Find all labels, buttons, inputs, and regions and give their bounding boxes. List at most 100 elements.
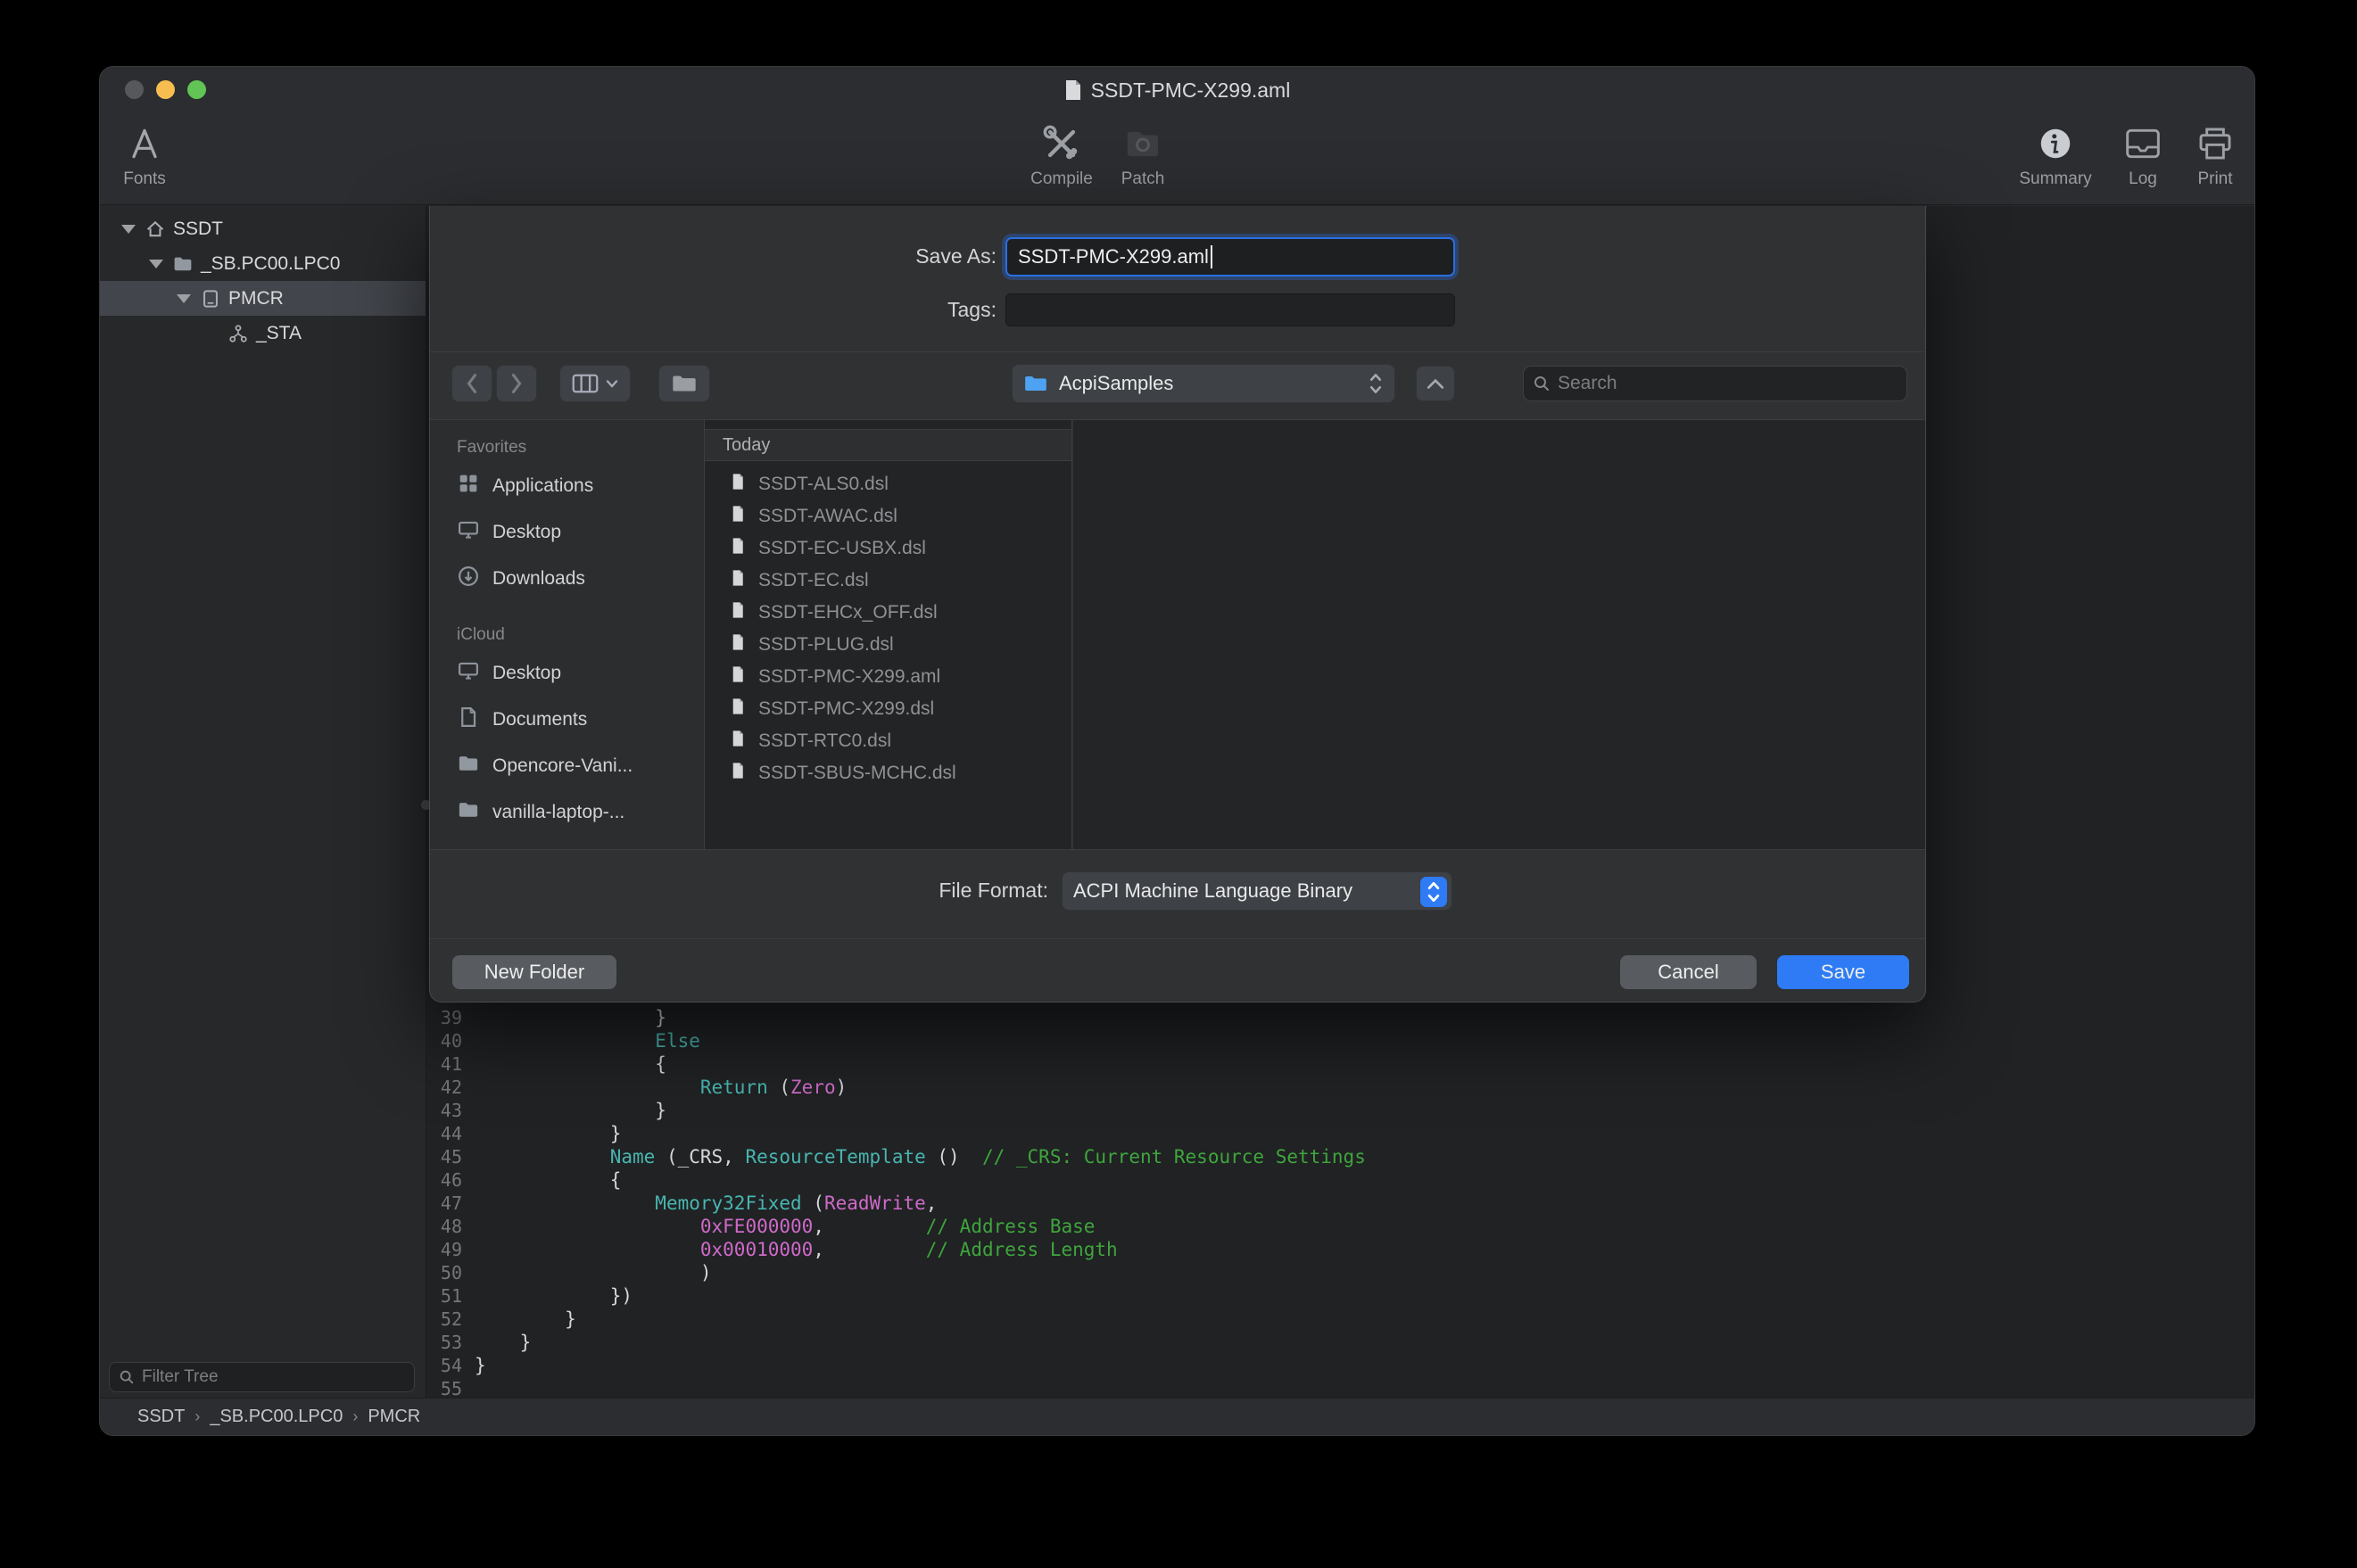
file-name: SSDT-RTC0.dsl xyxy=(758,730,891,752)
save-button[interactable]: Save xyxy=(1777,955,1909,989)
tree-item[interactable]: _SB.PC00.LPC0 xyxy=(100,246,426,281)
file-row[interactable]: SSDT-EC-USBX.dsl xyxy=(705,532,1071,565)
file-row[interactable]: SSDT-EHCx_OFF.dsl xyxy=(705,597,1071,629)
file-row[interactable]: SSDT-EC.dsl xyxy=(705,565,1071,597)
minimize-button[interactable] xyxy=(156,80,175,99)
close-button[interactable] xyxy=(125,80,144,99)
summary-button[interactable]: Summary xyxy=(2020,119,2091,189)
line-number: 39 xyxy=(426,1006,462,1029)
code-text: 0x00010000, // Address Length xyxy=(475,1238,1118,1261)
file-icon xyxy=(728,729,748,754)
print-button[interactable]: Print xyxy=(2179,119,2251,189)
disclosure-triangle-icon[interactable] xyxy=(121,225,145,234)
file-row[interactable]: SSDT-SBUS-MCHC.dsl xyxy=(705,757,1071,789)
document-icon xyxy=(1064,79,1082,101)
patch-label: Patch xyxy=(1121,169,1165,189)
code-line: 39 } xyxy=(426,1006,2254,1029)
code-line: 41 { xyxy=(426,1052,2254,1076)
filter-tree-input[interactable] xyxy=(142,1367,405,1387)
file-group-header: Today xyxy=(705,429,1071,461)
icloud-header: iCloud xyxy=(430,620,704,650)
code-text: }) xyxy=(475,1284,633,1308)
sidebar-item[interactable]: Documents xyxy=(430,697,704,743)
tree-item[interactable]: PMCR xyxy=(100,281,426,316)
line-number: 55 xyxy=(426,1377,462,1398)
disclosure-triangle-icon[interactable] xyxy=(177,294,200,303)
sidebar-item[interactable]: vanilla-laptop-... xyxy=(430,789,704,836)
log-button[interactable]: Log xyxy=(2107,119,2179,189)
code-text: Memory32Fixed (ReadWrite, xyxy=(475,1192,937,1215)
divider xyxy=(430,849,1925,850)
code-line: 52 } xyxy=(426,1308,2254,1331)
file-icon xyxy=(728,664,748,689)
sidebar-item-label: Desktop xyxy=(492,522,561,543)
chevron-up-icon xyxy=(1427,377,1444,390)
toolbar: Fonts Compile Patch Summary xyxy=(100,113,2254,205)
file-name: SSDT-SBUS-MCHC.dsl xyxy=(758,763,956,784)
code-text: Name (_CRS, ResourceTemplate () // _CRS:… xyxy=(475,1145,1366,1168)
compile-button[interactable]: Compile xyxy=(1017,119,1106,189)
search-input[interactable] xyxy=(1558,373,1898,394)
file-row[interactable]: SSDT-PMC-X299.aml xyxy=(705,661,1071,693)
line-number: 47 xyxy=(426,1192,462,1215)
tree-sidebar: SSDT_SB.PC00.LPC0 PMCR _STA xyxy=(100,206,426,1398)
code-text: Return (Zero) xyxy=(475,1076,847,1099)
back-button[interactable] xyxy=(451,365,492,402)
folder-icon xyxy=(671,373,698,394)
cancel-button[interactable]: Cancel xyxy=(1620,955,1757,989)
sidebar-item[interactable]: Downloads xyxy=(430,556,704,602)
file-row[interactable]: SSDT-PMC-X299.dsl xyxy=(705,693,1071,725)
file-format-label: File Format: xyxy=(790,879,1048,903)
column-view-icon xyxy=(572,373,599,394)
location-popup[interactable]: AcpiSamples xyxy=(1012,364,1395,403)
sidebar-item[interactable]: Applications xyxy=(430,463,704,509)
tree-item-label: PMCR xyxy=(228,288,284,309)
file-row[interactable]: SSDT-AWAC.dsl xyxy=(705,500,1071,532)
file-row[interactable]: SSDT-PLUG.dsl xyxy=(705,629,1071,661)
path-separator-icon: › xyxy=(194,1407,200,1426)
code-text: } xyxy=(475,1099,666,1122)
save-as-input[interactable]: SSDT-PMC-X299.aml xyxy=(1005,237,1455,276)
file-format-popup[interactable]: ACPI Machine Language Binary xyxy=(1062,871,1452,911)
tree-item[interactable]: SSDT xyxy=(100,211,426,246)
new-folder-button[interactable]: New Folder xyxy=(452,955,616,989)
code-line: 40 Else xyxy=(426,1029,2254,1052)
new-folder-icon-button[interactable] xyxy=(658,365,710,402)
file-name: SSDT-ALS0.dsl xyxy=(758,474,889,495)
filter-tree-box[interactable] xyxy=(109,1362,415,1392)
sidebar-item[interactable]: Desktop xyxy=(430,650,704,697)
patch-button[interactable]: Patch xyxy=(1098,119,1187,189)
desktop-icon xyxy=(457,659,480,688)
sidebar-item[interactable]: Desktop xyxy=(430,509,704,556)
traffic-lights xyxy=(125,80,206,99)
parent-folder-button[interactable] xyxy=(1416,366,1455,401)
sidebar-item[interactable]: Opencore-Vani... xyxy=(430,743,704,789)
line-number: 51 xyxy=(426,1284,462,1308)
home-icon xyxy=(145,219,173,240)
maciasl-window: SSDT-PMC-X299.aml Fonts Compile xyxy=(99,66,2255,1436)
disclosure-triangle-icon[interactable] xyxy=(149,260,172,268)
method-icon xyxy=(227,323,256,344)
file-row[interactable]: SSDT-ALS0.dsl xyxy=(705,468,1071,500)
fonts-button[interactable]: Fonts xyxy=(100,119,189,189)
desktop-background: SSDT-PMC-X299.aml Fonts Compile xyxy=(0,0,2357,1568)
sidebar-item-label: Opencore-Vani... xyxy=(492,755,633,777)
code-text: { xyxy=(475,1052,666,1076)
title-bar[interactable]: SSDT-PMC-X299.aml xyxy=(100,67,2254,113)
forward-button[interactable] xyxy=(496,365,537,402)
file-row[interactable]: SSDT-RTC0.dsl xyxy=(705,725,1071,757)
code-line: 42 Return (Zero) xyxy=(426,1076,2254,1099)
code-line: 51 }) xyxy=(426,1284,2254,1308)
fonts-label: Fonts xyxy=(123,169,166,189)
desktop-icon xyxy=(457,518,480,547)
fonts-icon xyxy=(128,119,161,169)
sidebar-item-label: Applications xyxy=(492,475,593,497)
favorites-header: Favorites xyxy=(430,433,704,463)
search-field[interactable] xyxy=(1523,366,1907,401)
line-number: 54 xyxy=(426,1354,462,1377)
tree-item[interactable]: _STA xyxy=(100,316,426,351)
view-mode-selector[interactable] xyxy=(559,365,631,402)
tags-input[interactable] xyxy=(1005,293,1455,326)
zoom-button[interactable] xyxy=(187,80,206,99)
device-icon xyxy=(200,288,228,309)
